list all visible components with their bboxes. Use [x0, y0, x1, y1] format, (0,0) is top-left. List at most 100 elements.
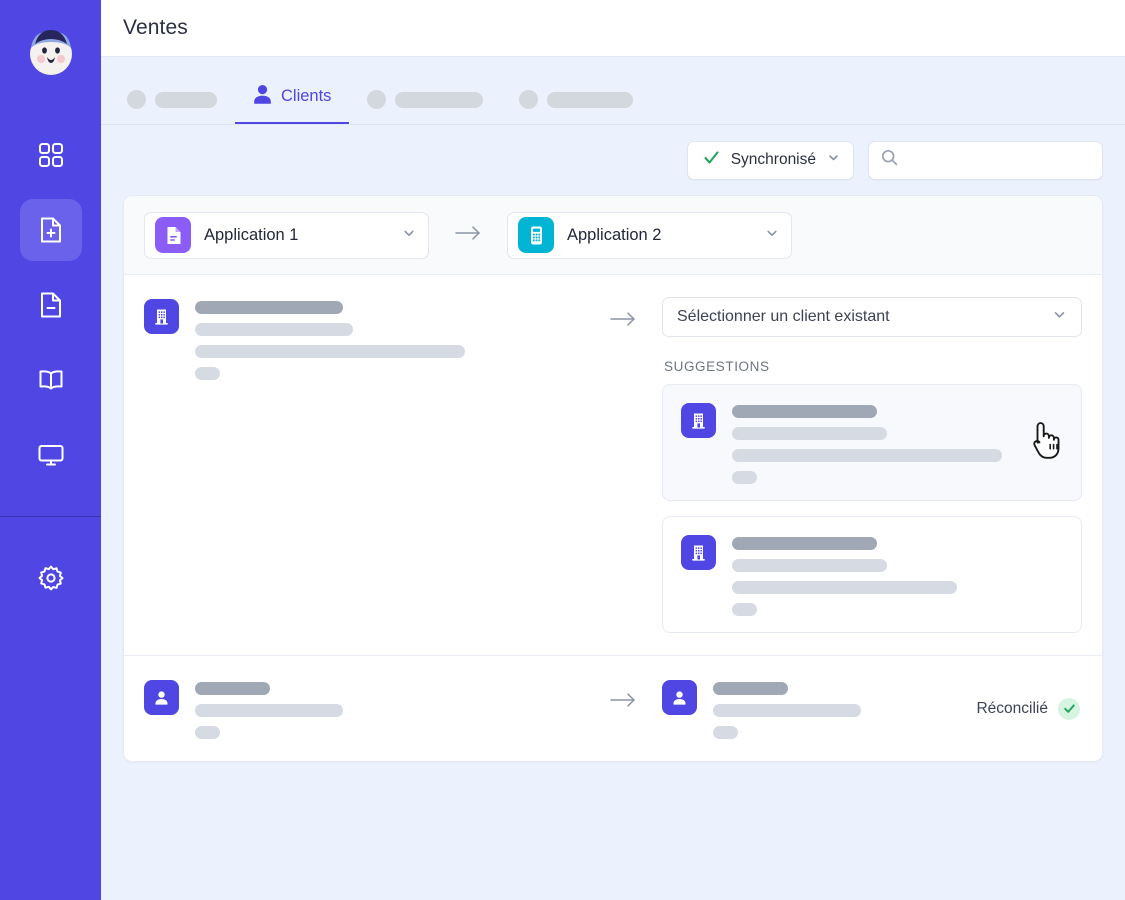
row-source-entity [144, 678, 584, 739]
chevron-down-icon [402, 226, 416, 245]
select-existing-client-label: Sélectionner un client existant [677, 308, 890, 325]
row-arrow [584, 678, 662, 713]
sync-status-dropdown[interactable]: Synchronisé [686, 140, 854, 180]
row-target-panel: Sélectionner un client existant SUGGESTI… [662, 297, 1082, 633]
skeleton-line [195, 323, 353, 336]
person-card-icon [662, 680, 697, 715]
skeleton-line [732, 537, 877, 550]
mapping-card-wrap: Application 1 Application 2 Sélectionner… [101, 195, 1125, 762]
sidebar-item-book[interactable] [20, 349, 82, 411]
green-check-badge-icon [1058, 697, 1080, 720]
row-source-entity [144, 297, 584, 380]
green-check-icon [703, 149, 720, 171]
tab-icon-placeholder [127, 90, 146, 109]
skeleton-line [195, 682, 270, 695]
document-icon [155, 217, 191, 253]
mapping-direction-arrow [429, 225, 507, 246]
document-minus-icon [36, 290, 66, 320]
main-content: Ventes Clients Synchronisé Application 1… [101, 0, 1125, 900]
sidebar-divider [0, 516, 101, 517]
status-badge-label: Réconcilié [976, 699, 1048, 717]
arrow-right-icon [610, 311, 636, 332]
mascot-avatar-logo[interactable] [22, 22, 80, 80]
sidebar-nav [19, 124, 82, 486]
sidebar-item-document-minus[interactable] [20, 274, 82, 336]
tab-icon-placeholder [519, 90, 539, 109]
search-input[interactable] [907, 151, 1090, 169]
row-target-placeholder-text [713, 678, 861, 739]
top-bar: Ventes [101, 0, 1125, 57]
tab-placeholder-2[interactable] [349, 90, 501, 124]
row-target-matched: Réconcilié [662, 678, 1082, 739]
suggestion-item[interactable] [662, 384, 1082, 501]
gear-settings-icon [36, 563, 66, 593]
tab-label-placeholder [155, 91, 217, 108]
skeleton-line [732, 427, 887, 440]
suggestion-placeholder-text [732, 533, 957, 616]
search-icon [881, 149, 898, 171]
chevron-down-icon [1052, 307, 1067, 327]
skeleton-line [195, 704, 343, 717]
book-open-icon [36, 365, 66, 395]
toolbar: Synchronisé [101, 125, 1125, 195]
person-icon [253, 84, 272, 110]
chevron-down-icon [765, 226, 779, 245]
skeleton-line [732, 559, 887, 572]
mapping-card: Application 1 Application 2 Sélectionner… [123, 195, 1103, 762]
skeleton-line [713, 682, 788, 695]
suggestion-item[interactable] [662, 516, 1082, 633]
status-badge: Réconcilié [976, 697, 1082, 720]
search-box[interactable] [868, 140, 1103, 180]
skeleton-line [195, 301, 343, 314]
arrow-right-icon [455, 225, 481, 246]
person-card-icon [144, 680, 179, 715]
skeleton-line [732, 603, 757, 616]
target-app-name: Application 2 [567, 225, 662, 244]
building-icon [144, 299, 179, 334]
page-title: Ventes [123, 16, 188, 39]
sidebar-item-grid-apps[interactable] [20, 124, 82, 186]
table-row: Réconcilié [124, 655, 1102, 761]
calculator-icon [518, 217, 554, 253]
table-row: Sélectionner un client existant SUGGESTI… [124, 275, 1102, 655]
skeleton-line [195, 726, 220, 739]
select-existing-client-dropdown[interactable]: Sélectionner un client existant [662, 297, 1082, 337]
mapping-card-header: Application 1 Application 2 [124, 196, 1102, 275]
sidebar-footer-nav [20, 547, 82, 609]
document-plus-icon [36, 215, 66, 245]
skeleton-line [713, 704, 861, 717]
tab-placeholder-1[interactable] [123, 90, 235, 124]
app-root: Ventes Clients Synchronisé Application 1… [0, 0, 1125, 900]
sidebar-item-document-plus[interactable] [19, 199, 82, 261]
arrow-right-icon [610, 692, 636, 713]
suggestions-heading: SUGGESTIONS [664, 359, 770, 374]
tab-placeholder-3[interactable] [501, 90, 651, 124]
skeleton-line [732, 581, 957, 594]
sidebar-item-monitor[interactable] [20, 424, 82, 486]
row-source-placeholder-text [195, 297, 465, 380]
row-arrow [584, 297, 662, 332]
skeleton-line [195, 345, 465, 358]
suggestion-placeholder-text [732, 401, 1002, 484]
skeleton-line [732, 449, 1002, 462]
tab-clients-label: Clients [281, 87, 332, 105]
tab-label-placeholder [395, 91, 484, 108]
source-app-name: Application 1 [204, 225, 299, 244]
tab-icon-placeholder [367, 90, 387, 109]
skeleton-line [195, 367, 220, 380]
source-app-selector[interactable]: Application 1 [144, 211, 429, 259]
building-icon [681, 535, 716, 570]
chevron-down-icon [827, 151, 840, 169]
tab-bar: Clients [101, 57, 1125, 125]
sync-status-label: Synchronisé [730, 151, 816, 168]
skeleton-line [732, 471, 757, 484]
skeleton-line [732, 405, 877, 418]
building-icon [681, 403, 716, 438]
tab-label-placeholder [547, 91, 634, 108]
target-app-selector[interactable]: Application 2 [507, 211, 792, 259]
grid-apps-icon [37, 141, 65, 169]
desktop-monitor-icon [36, 440, 66, 470]
sidebar-item-settings[interactable] [20, 547, 82, 609]
tab-clients[interactable]: Clients [235, 84, 350, 124]
sidebar [0, 0, 101, 900]
